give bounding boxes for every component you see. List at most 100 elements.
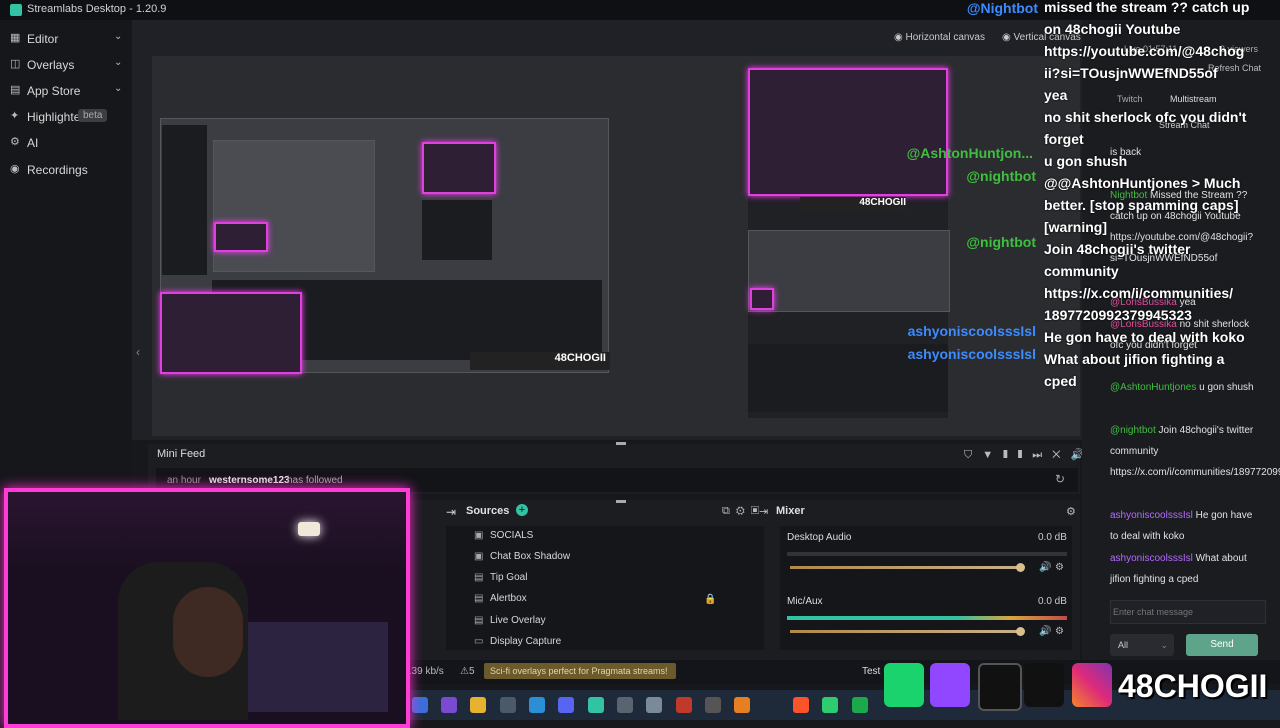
chat-username[interactable]: ashyoniscoolsssIsl [1110, 510, 1193, 521]
overlay-chat-line: Join 48chogii's twitter [1044, 241, 1191, 257]
recordings-icon: ◉ [10, 163, 20, 175]
overlay-chat-name: @Nightbot [966, 0, 1038, 16]
overlay-chat-name: ashyoniscoolsssIsl [907, 323, 1036, 339]
radio-icon: ◉ [894, 32, 903, 43]
sidebar-item-app-store[interactable]: ▤ App Store ⌄ [0, 78, 132, 104]
netflix-icon[interactable] [676, 697, 692, 713]
mixer-volume-slider[interactable] [790, 566, 1022, 569]
overlay-chat-name: ashyoniscoolsssIsl [907, 346, 1036, 362]
lamp [298, 522, 320, 536]
sources-list [446, 526, 764, 650]
resize-handle[interactable] [616, 442, 626, 445]
mixer-meter [787, 616, 1067, 620]
socials-handle: 48CHOGII [1118, 668, 1268, 704]
sidebar-item-recordings[interactable]: ◉ Recordings [0, 157, 132, 183]
app-store-icon: ▤ [10, 84, 21, 96]
sidebar-item-label: Highlighter [27, 110, 85, 124]
overlay-chat-line: on 48chogii Youtube [1044, 21, 1181, 37]
sources-icon: ⇥ [446, 505, 457, 519]
feed-action: has followed [287, 475, 343, 486]
overlay-chat-line: cped [1044, 373, 1077, 389]
taskbar-app-icon[interactable] [441, 697, 457, 713]
source-label: Chat Box Shadow [490, 551, 571, 562]
source-item[interactable]: ▣ Chat Box Shadow [474, 551, 570, 562]
webcam-feed [4, 488, 410, 728]
vertical-socials-banner: 48CHOGII [800, 197, 906, 211]
mixer-volume-handle[interactable] [1016, 627, 1025, 636]
chat-username[interactable]: ashyoniscoolsssIsl [1110, 553, 1193, 564]
send-button[interactable]: Send [1186, 634, 1258, 656]
overlay-chat-line: https://x.com/i/communities/ [1044, 285, 1234, 301]
taskbar-app-icon[interactable] [617, 697, 633, 713]
source-icon: ▤ [474, 615, 484, 626]
source-item[interactable]: ▤ Tip Goal [474, 572, 527, 583]
beta-badge: beta [78, 109, 108, 122]
chat-message: ashyoniscoolsssIsl What about jifion fig… [1110, 548, 1260, 590]
promo-banner[interactable]: Sci-fi overlays perfect for Pragmata str… [484, 663, 676, 679]
sidebar-item-highlighter[interactable]: ✦ Highlighter beta [0, 104, 132, 130]
nested-cam-topright [422, 142, 496, 194]
test-button[interactable]: Test [862, 666, 880, 677]
chevron-down-icon: ⌄ [114, 83, 123, 94]
mixer-volume-slider[interactable] [790, 630, 1022, 633]
tiktok-icon [1024, 663, 1064, 707]
sidebar-item-ai[interactable]: ⚙ AI [0, 130, 132, 156]
overlay-chat-line: no shit sherlock ofc you didn't [1044, 109, 1247, 125]
gear-icon[interactable]: ⚙ [1055, 562, 1064, 573]
source-label: Live Overlay [490, 615, 546, 626]
mixer-meter [787, 552, 1067, 556]
channel-select-value: All [1118, 640, 1129, 650]
gear-icon[interactable]: ⚙ [1055, 626, 1064, 637]
edge-icon[interactable] [529, 697, 545, 713]
mixer-volume-handle[interactable] [1016, 563, 1025, 572]
chat-message: ashyoniscoolsssIsl He gon have to deal w… [1110, 505, 1260, 547]
chevron-down-icon: ⌄ [114, 31, 123, 42]
overlay-chat-line: ii?si=TOusjnWWEfND55of [1044, 65, 1218, 81]
collapse-left-icon[interactable]: ‹ [136, 345, 140, 359]
lock-icon[interactable]: 🔒 [704, 594, 716, 605]
taskbar-app-icon[interactable] [852, 697, 868, 713]
taskbar-app-icon[interactable] [500, 697, 516, 713]
streamer [173, 587, 243, 677]
speaker-icon[interactable]: 🔊 [1039, 626, 1051, 637]
sidebar-item-editor[interactable]: ▦ Editor ⌄ [0, 26, 132, 52]
highlighter-icon: ✦ [10, 110, 20, 122]
horizontal-canvas-toggle[interactable]: ◉ Horizontal canvas [894, 32, 985, 43]
vertical-nested-shot [748, 230, 950, 312]
source-item[interactable]: ▤ Alertbox [474, 593, 527, 604]
chrome-icon[interactable] [734, 697, 750, 713]
mixer-channel-db: 0.0 dB [1038, 532, 1067, 543]
chat-username[interactable]: @nightbot [1110, 425, 1156, 436]
mini-feed-controls[interactable]: ⛉▼❚❚⏭✕🔊 [964, 448, 1094, 462]
source-label: Tip Goal [490, 572, 528, 583]
sidebar-item-overlays[interactable]: ◫ Overlays ⌄ [0, 52, 132, 78]
refresh-icon[interactable]: ↻ [1055, 472, 1065, 486]
overlay-chat-name: @nightbot [966, 234, 1036, 250]
source-item[interactable]: ▤ Live Overlay [474, 615, 546, 626]
x-icon [978, 663, 1022, 711]
chat-channel-select[interactable]: All ⌄ [1110, 634, 1174, 656]
feed-time: an hour [167, 475, 201, 486]
overlay-chat-line: @@AshtonHuntjones > Much [1044, 175, 1241, 191]
overlay-chat-line: community [1044, 263, 1119, 279]
nested-sidebar [162, 125, 207, 275]
chat-input[interactable] [1110, 600, 1266, 624]
taskbar-app-icon[interactable] [646, 697, 662, 713]
resize-handle[interactable] [616, 500, 626, 503]
discord-icon[interactable] [558, 697, 574, 713]
source-item[interactable]: ▭ Display Capture [474, 636, 561, 647]
folder-icon[interactable] [470, 697, 486, 713]
horizontal-canvas-label: Horizontal canvas [905, 32, 985, 43]
speaker-icon[interactable]: 🔊 [1039, 562, 1051, 573]
taskbar-app-icon[interactable] [412, 697, 428, 713]
source-label: Display Capture [490, 636, 562, 647]
add-source-icon[interactable]: + [516, 504, 528, 516]
nested-webcam [214, 222, 268, 252]
taskbar-app-icon[interactable] [822, 697, 838, 713]
streamlabs-icon[interactable] [588, 697, 604, 713]
source-item[interactable]: ▣ SOCIALS [474, 530, 533, 541]
mixer-settings-gear-icon[interactable]: ⚙ [1066, 505, 1076, 518]
taskbar-app-icon[interactable] [705, 697, 721, 713]
brave-icon[interactable] [793, 697, 809, 713]
bed [248, 622, 388, 712]
